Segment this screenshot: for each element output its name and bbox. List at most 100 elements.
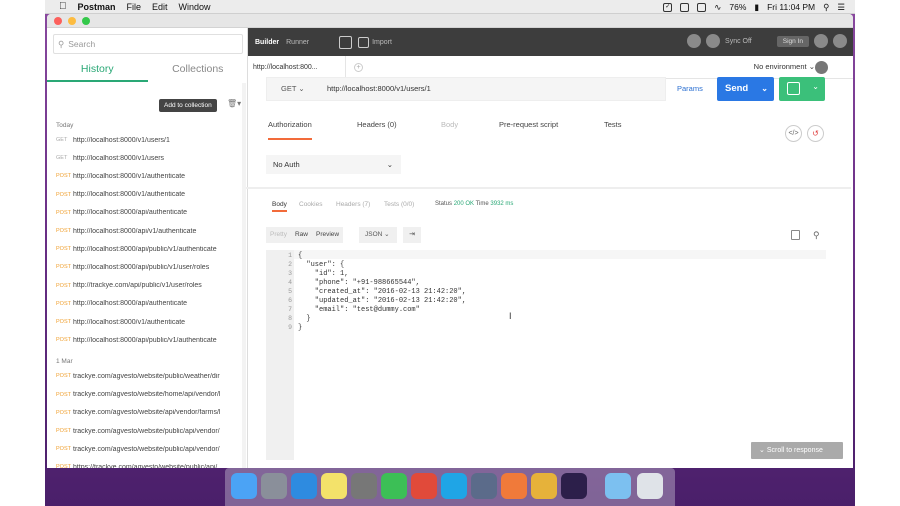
method-select[interactable]: GET ⌄ — [267, 78, 319, 100]
tab-collections[interactable]: Collections — [148, 58, 249, 82]
builder-button[interactable]: Builder — [255, 39, 279, 46]
battery-percent[interactable]: 76% — [729, 2, 746, 12]
check-icon[interactable]: ✓ — [663, 2, 673, 12]
status-value: 200 OK — [453, 201, 475, 207]
history-item[interactable]: POST http://localhost:8000/api/public/v1/… — [47, 331, 243, 349]
import-button[interactable]: Import — [358, 36, 392, 48]
history-item[interactable]: POST http://localhost:8000/api/authentica… — [47, 295, 243, 313]
clock[interactable]: Fri 11:04 PM — [767, 2, 815, 12]
tab-authorization[interactable]: Authorization — [268, 120, 312, 140]
history-item[interactable]: POST https://trackye.com/agvesto/website/… — [47, 458, 243, 468]
environment-gear-icon[interactable] — [815, 61, 828, 74]
history-item[interactable]: POST http://localhost:8000/v1/authenticat… — [47, 313, 243, 331]
history-item[interactable]: POST trackye.com/agvesto/website/home/api… — [47, 386, 243, 404]
format-select[interactable]: JSON ⌄ — [359, 227, 397, 243]
chrome-icon[interactable] — [411, 473, 437, 499]
menu-app-name[interactable]: Postman — [78, 2, 116, 12]
spotlight-icon[interactable]: ⚲ — [823, 2, 829, 13]
battery-icon[interactable]: ▮ — [754, 2, 759, 13]
chevron-down-icon: ⌄ — [812, 82, 819, 91]
params-button[interactable]: Params — [677, 84, 703, 93]
wifi-icon[interactable]: ∿ — [714, 2, 721, 13]
heart-icon[interactable] — [833, 34, 847, 48]
response-body-editor[interactable]: 1 2 3 4 5 6 7 8 9 { "user": { "id": 1, "phone": … — [266, 250, 826, 460]
save-button[interactable]: ⌄ — [779, 77, 825, 101]
code-line: } — [298, 315, 311, 323]
request-tab[interactable]: http://localhost:800... — [248, 56, 346, 79]
history-item[interactable]: POST trackye.com/agvesto/website/public/a… — [47, 440, 243, 458]
preview-icon[interactable] — [471, 473, 497, 499]
notification-center-icon[interactable]: ☰ — [837, 2, 845, 13]
tab-body[interactable]: Body — [441, 120, 458, 140]
raw-button[interactable]: Raw — [290, 227, 312, 243]
menu-window[interactable]: Window — [179, 2, 211, 12]
add-tab-icon[interactable]: + — [354, 63, 363, 72]
url-input[interactable]: http://localhost:8000/v1/users/1 — [327, 78, 431, 100]
grid-icon[interactable] — [697, 2, 707, 12]
history-item[interactable]: POST http://localhost:8000/api/public/v1/… — [47, 258, 243, 276]
tab-headers[interactable]: Headers (0) — [357, 120, 397, 140]
copy-icon[interactable] — [791, 230, 800, 240]
search-input[interactable]: ⚲ Search — [53, 34, 243, 54]
history-item[interactable]: POST http://localhost:8000/api/authentica… — [47, 204, 243, 222]
settings-icon[interactable] — [814, 34, 828, 48]
phpstorm-icon[interactable] — [561, 473, 587, 499]
screen-record-icon[interactable] — [680, 2, 690, 12]
history-item[interactable]: POST http://localhost:8000/api/public/v1/… — [47, 240, 243, 258]
notes-icon[interactable] — [321, 473, 347, 499]
history-item[interactable]: GET http://localhost:8000/v1/users/1 — [47, 131, 243, 149]
sync-status[interactable]: Sync Off — [725, 38, 752, 45]
sign-in-button[interactable]: Sign In — [776, 35, 809, 47]
finder-icon[interactable] — [231, 473, 257, 499]
tab-response-headers[interactable]: Headers (7) — [336, 201, 370, 208]
history-item[interactable]: POST http://localhost:8000/v1/authenticat… — [47, 167, 243, 185]
tab-tests[interactable]: Tests — [604, 120, 622, 140]
tab-pre-request-script[interactable]: Pre-request script — [499, 120, 558, 140]
postman-icon[interactable] — [501, 473, 527, 499]
sidebar: ⚲ Search History Collections Add to coll… — [47, 28, 248, 468]
history-item[interactable]: POST trackye.com/agvesto/website/api/vend… — [47, 404, 243, 422]
safari-icon[interactable] — [291, 473, 317, 499]
zoom-window-button[interactable] — [82, 17, 90, 25]
environment-select[interactable]: No environment ⌄ — [754, 62, 815, 71]
sync-icon[interactable] — [706, 34, 721, 48]
close-window-button[interactable] — [54, 17, 62, 25]
scroll-to-response-button[interactable]: ⌄ Scroll to response — [751, 442, 843, 459]
tab-cookies[interactable]: Cookies — [299, 201, 322, 208]
runner-button[interactable]: Runner — [286, 39, 309, 46]
system-preferences-icon[interactable] — [351, 473, 377, 499]
tab-response-body[interactable]: Body — [272, 201, 287, 212]
reset-icon[interactable]: ↺ — [807, 125, 824, 142]
search-icon[interactable]: ⚲ — [813, 230, 820, 241]
history-item[interactable]: GET http://localhost:8000/v1/users — [47, 149, 243, 167]
downloads-folder-icon[interactable] — [605, 473, 631, 499]
apple-icon[interactable]:  — [59, 1, 67, 12]
history-item[interactable]: POST http://localhost:8000/api/v1/authent… — [47, 222, 243, 240]
wrap-lines-icon[interactable]: ⇥ — [403, 227, 421, 243]
add-to-collection-button[interactable]: Add to collection — [159, 99, 217, 112]
pretty-button[interactable]: Pretty — [266, 227, 291, 243]
sketch-icon[interactable] — [531, 473, 557, 499]
preview-button[interactable]: Preview — [312, 227, 344, 243]
history-item[interactable]: POST trackye.com/agvesto/website/public/w… — [47, 367, 243, 385]
history-item-url: trackye.com/agvesto/website/public/api/v… — [73, 445, 220, 453]
upwork-icon[interactable] — [381, 473, 407, 499]
tab-test-results[interactable]: Tests (0/0) — [384, 201, 414, 208]
history-item[interactable]: POST http://localhost:8000/v1/authenticat… — [47, 186, 243, 204]
generate-code-icon[interactable]: </> — [785, 125, 802, 142]
skype-icon[interactable] — [441, 473, 467, 499]
menu-file[interactable]: File — [127, 2, 142, 12]
trash-bin-icon[interactable] — [637, 473, 663, 499]
send-button[interactable]: Send ⌄ — [717, 77, 774, 101]
request-response-divider[interactable] — [246, 187, 851, 189]
menu-edit[interactable]: Edit — [152, 2, 168, 12]
history-item[interactable]: POST http://trackye.com/api/public/v1/use… — [47, 277, 243, 295]
trash-icon[interactable]: 🗑▾ — [227, 99, 241, 108]
new-window-icon[interactable] — [339, 35, 353, 49]
minimize-window-button[interactable] — [68, 17, 76, 25]
history-item[interactable]: POST trackye.com/agvesto/website/public/a… — [47, 422, 243, 440]
auth-type-select[interactable]: No Auth ⌄ — [266, 155, 401, 174]
tab-history[interactable]: History — [47, 58, 148, 82]
interceptor-icon[interactable] — [687, 34, 702, 48]
launchpad-icon[interactable] — [261, 473, 287, 499]
